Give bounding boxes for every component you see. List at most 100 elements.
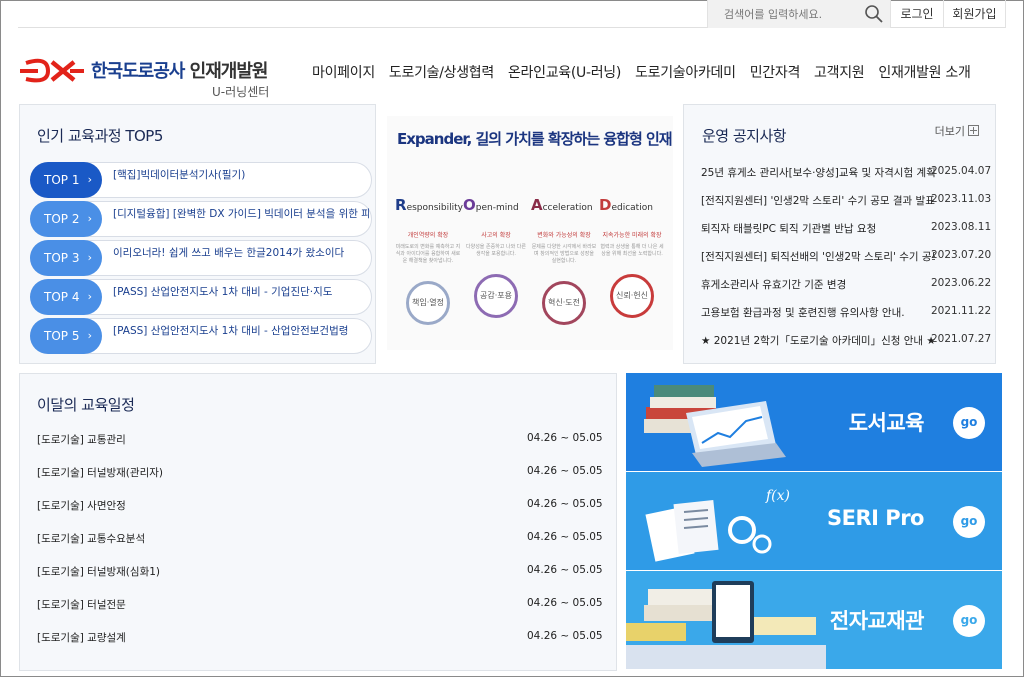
top5-item[interactable]: TOP 3 › 이리오너라! 쉽게 쓰고 배우는 한글2014가 왔소이다 — [30, 240, 372, 276]
notice-panel: 운영 공지사항 더보기 25년 휴게소 관리사[보수·양성]교육 및 자격시험 … — [683, 104, 996, 364]
list-item[interactable]: [도로기술] 터널전문 04.26 ~ 05.05 — [37, 595, 603, 628]
course-name[interactable]: [도로기술] 교통관리 — [37, 432, 126, 447]
list-item[interactable]: [전직지원센터] '인생2막 스토리' 수기 공모 결과 발표 2023.11.0… — [701, 191, 991, 219]
nav-item-cert[interactable]: 민간자격 — [750, 62, 801, 82]
books-laptop-icon — [644, 385, 786, 467]
more-label: 더보기 — [934, 125, 965, 138]
course-name[interactable]: [도로기술] 사면안정 — [37, 498, 126, 513]
schedule-title: 이달의 교육일정 — [37, 396, 135, 414]
list-item[interactable]: [전직지원센터] 퇴직선배의 '인생2막 스토리' 수기 공모전 개최2023.… — [701, 247, 991, 275]
value-initial: A — [531, 196, 543, 214]
list-item[interactable]: [도로기술] 교통수요분석 04.26 ~ 05.05 — [37, 529, 603, 562]
top5-title: 인기 교육과정 TOP5 — [37, 127, 163, 145]
value-subtitle: 사고의 확장 — [481, 232, 511, 239]
go-button[interactable]: go — [953, 605, 985, 637]
book-education-label: 도서교육 — [848, 411, 925, 435]
value-word: pen-mind — [475, 203, 519, 213]
search-icon[interactable] — [864, 4, 884, 24]
ebook-banner[interactable]: 전자교재관 go — [626, 571, 1002, 669]
chevron-right-icon: › — [87, 212, 92, 225]
logo-title-sub: 인재개발원 — [189, 61, 269, 82]
notice-text[interactable]: ★ 2021년 2학기「도로기술 아카데미」신청 안내 ★ — [701, 333, 935, 348]
notice-text[interactable]: 25년 휴게소 관리사[보수·양성]교육 및 자격시험 계획 안내 — [701, 165, 935, 180]
notice-date: 2021.07.27 — [931, 333, 992, 345]
top5-course-title[interactable]: [핵집]빅데이터분석기사(필기) — [113, 167, 369, 182]
list-item[interactable]: 휴게소관리사 유효기간 기준 변경 2023.06.22 — [701, 275, 991, 303]
list-item[interactable]: [도로기술] 터널방재(심화1) 04.26 ~ 05.05 — [37, 562, 603, 595]
value-initial: O — [463, 196, 476, 214]
top5-item[interactable]: TOP 4 › [PASS] 산업안전지도사 1차 대비 - 기업진단·지도 — [30, 279, 372, 315]
top5-course-title[interactable]: [PASS] 산업안전지도사 1차 대비 - 산업안전보건법령 — [113, 323, 369, 338]
value-badge: 신뢰·헌신 — [610, 274, 654, 318]
core-values: Responsibility 개인역량의 확장 미래도로의 변화를 예측하고 지… — [395, 196, 665, 325]
course-name[interactable]: [도로기술] 터널방재(관리자) — [37, 465, 163, 480]
rank-label: TOP 4 — [44, 290, 80, 304]
vision-banner[interactable]: Expander, 길의 가치를 확장하는 융합형 인재 Responsibil… — [387, 116, 673, 350]
value-subtitle: 개인역량의 확장 — [407, 232, 449, 239]
join-link[interactable]: 회원가입 — [943, 0, 1006, 28]
utility-bar: 로그인 회원가입 — [18, 0, 1006, 28]
rank-label: TOP 1 — [44, 173, 80, 187]
nav-item-road-tech[interactable]: 도로기술/상생협력 — [389, 62, 494, 82]
list-item[interactable]: [도로기술] 터널방재(관리자) 04.26 ~ 05.05 — [37, 463, 603, 496]
seri-pro-banner[interactable]: f(x) SERI Pro go — [626, 472, 1002, 570]
site-logo[interactable]: 한국도로공사 인재개발원 U-러닝센터 — [18, 55, 293, 101]
notice-text[interactable]: [전직지원센터] 퇴직선배의 '인생2막 스토리' 수기 공모전 개최 — [701, 249, 935, 264]
list-item[interactable]: ★ 2021년 2학기「도로기술 아카데미」신청 안내 ★ 2021.07.27 — [701, 331, 991, 359]
top5-course-title[interactable]: [디지털융합] [완벽한 DX 가이드] 빅데이터 분석을 위한 파이썬 기초 — [113, 206, 369, 221]
rank-label: TOP 5 — [44, 329, 80, 343]
top5-rank-pill: TOP 5 › — [30, 318, 102, 354]
top5-course-title[interactable]: 이리오너라! 쉽게 쓰고 배우는 한글2014가 왔소이다 — [113, 245, 369, 260]
list-item[interactable]: 고용보험 환급과정 및 훈련진행 유의사항 안내. 2021.11.22 — [701, 303, 991, 331]
top5-item[interactable]: TOP 5 › [PASS] 산업안전지도사 1차 대비 - 산업안전보건법령 — [30, 318, 372, 354]
top5-item[interactable]: TOP 1 › [핵집]빅데이터분석기사(필기) — [30, 162, 372, 198]
course-name[interactable]: [도로기술] 교통수요분석 — [37, 531, 145, 546]
value-acceleration: Acceleration 변화와 가능성의 확장 문제를 다양한 시각에서 바라… — [531, 196, 597, 325]
course-name[interactable]: [도로기술] 교량설계 — [37, 630, 126, 645]
top5-item[interactable]: TOP 2 › [디지털융합] [완벽한 DX 가이드] 빅데이터 분석을 위한 … — [30, 201, 372, 237]
svg-text:f(x): f(x) — [765, 488, 790, 504]
more-link[interactable]: 더보기 — [935, 123, 979, 139]
books-tablet-icon — [626, 581, 826, 669]
notice-text[interactable]: 고용보험 환급과정 및 훈련진행 유의사항 안내. — [701, 305, 935, 320]
value-open-mind: Open-mind 사고의 확장 다양성을 존중하고 나와 다른 생각을 포용합… — [463, 196, 529, 325]
course-date: 04.26 ~ 05.05 — [527, 531, 603, 543]
book-education-banner[interactable]: 도서교육 go — [626, 373, 1002, 471]
top5-course-title[interactable]: [PASS] 산업안전지도사 1차 대비 - 기업진단·지도 — [113, 284, 369, 299]
list-item[interactable]: [도로기술] 교량설계 04.26 ~ 05.05 — [37, 628, 603, 661]
plus-icon — [968, 125, 979, 136]
login-link[interactable]: 로그인 — [890, 0, 943, 28]
course-name[interactable]: [도로기술] 터널전문 — [37, 597, 126, 612]
search-input[interactable] — [708, 0, 848, 28]
documents-gears-icon: f(x) — [645, 488, 790, 562]
value-description: 문제를 다양한 시각에서 바라보며 창의적인 방법으로 성장을 실현합니다. — [531, 244, 597, 264]
list-item[interactable]: 퇴직자 태블릿PC 퇴직 기관별 반납 요청 2023.08.11 — [701, 219, 991, 247]
logo-title: 한국도로공사 인재개발원 — [91, 57, 269, 83]
list-item[interactable]: 25년 휴게소 관리사[보수·양성]교육 및 자격시험 계획 안내 2025.04… — [701, 163, 991, 191]
notice-text[interactable]: [전직지원센터] '인생2막 스토리' 수기 공모 결과 발표 — [701, 193, 935, 208]
notice-text[interactable]: 휴게소관리사 유효기간 기준 변경 — [701, 277, 935, 292]
top5-rank-pill: TOP 3 › — [30, 240, 102, 276]
course-date: 04.26 ~ 05.05 — [527, 498, 603, 510]
value-description: 다양성을 존중하고 나와 다른 생각을 포용합니다. — [466, 244, 526, 257]
list-item[interactable]: [도로기술] 사면안정 04.26 ~ 05.05 — [37, 496, 603, 529]
notice-text[interactable]: 퇴직자 태블릿PC 퇴직 기관별 반납 요청 — [701, 221, 935, 236]
course-date: 04.26 ~ 05.05 — [527, 630, 603, 642]
notice-list: 25년 휴게소 관리사[보수·양성]교육 및 자격시험 계획 안내 2025.04… — [701, 163, 991, 359]
value-dedication: Dedication 지속가능한 미래의 확장 협력과 상생을 통해 더 나은 … — [599, 196, 665, 325]
go-button[interactable]: go — [953, 506, 985, 538]
go-button[interactable]: go — [953, 407, 985, 439]
nav-item-support[interactable]: 고객지원 — [814, 62, 865, 82]
nav-item-online[interactable]: 온라인교육(U-러닝) — [508, 62, 621, 82]
nav-item-mypage[interactable]: 마이페이지 — [312, 62, 375, 82]
logo-title-main: 한국도로공사 — [91, 61, 185, 82]
value-initial: R — [395, 196, 407, 214]
course-date: 04.26 ~ 05.05 — [527, 432, 603, 444]
nav-item-about[interactable]: 인재개발원 소개 — [878, 62, 971, 82]
ebook-label: 전자교재관 — [829, 609, 925, 633]
list-item[interactable]: [도로기술] 교통관리 04.26 ~ 05.05 — [37, 430, 603, 463]
ex-logo-icon — [20, 58, 84, 83]
rank-label: TOP 2 — [44, 212, 80, 226]
nav-item-academy[interactable]: 도로기술아카데미 — [635, 62, 736, 82]
course-name[interactable]: [도로기술] 터널방재(심화1) — [37, 564, 160, 579]
